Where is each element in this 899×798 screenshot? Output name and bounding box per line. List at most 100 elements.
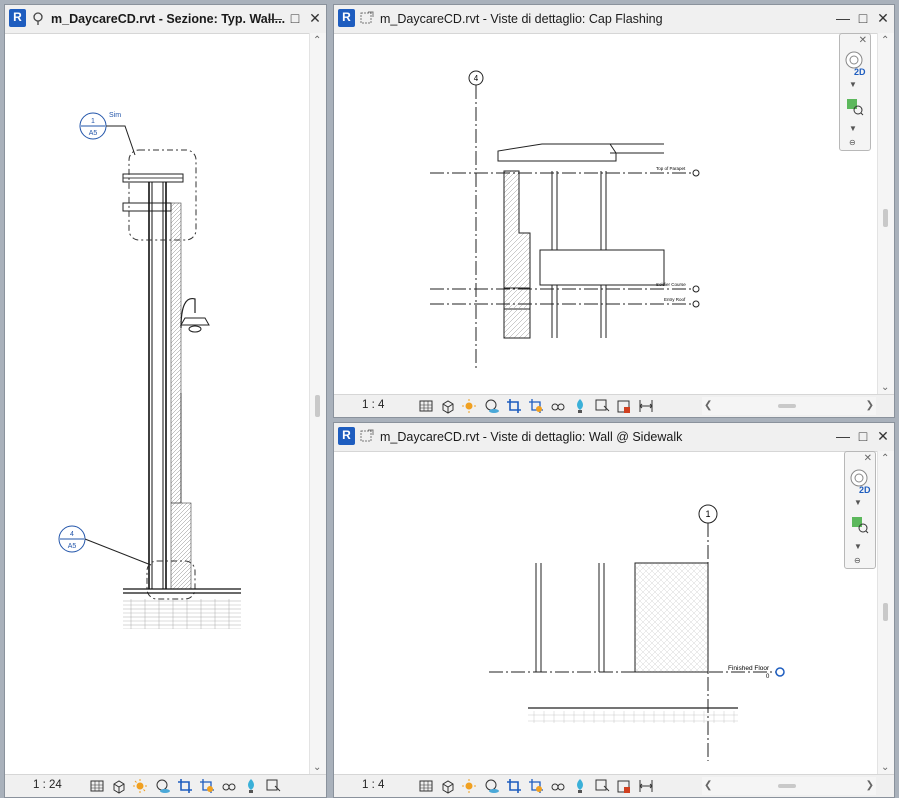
shadows-icon[interactable] xyxy=(155,778,171,794)
scroll-left-arrow-icon[interactable]: ❮ xyxy=(704,780,712,791)
highlight-icon[interactable] xyxy=(616,398,632,414)
visual-style-icon[interactable] xyxy=(440,778,456,794)
scroll-thumb[interactable] xyxy=(778,784,796,788)
close-button[interactable]: ✕ xyxy=(308,10,322,26)
minimize-button[interactable]: — xyxy=(836,428,850,444)
level-top-of-parapet: Top of Parapet xyxy=(656,166,686,171)
nav-dropdown-icon[interactable]: ▼ xyxy=(854,498,862,507)
crop-view-icon[interactable] xyxy=(177,778,193,794)
vertical-scrollbar[interactable]: ⌃ ⌄ xyxy=(877,33,894,395)
reveal-hidden-icon[interactable] xyxy=(572,778,588,794)
zoom-region-icon[interactable] xyxy=(846,98,864,116)
nav-2d-label: 2D xyxy=(854,67,866,77)
sun-path-icon[interactable] xyxy=(462,398,478,414)
shadows-icon[interactable] xyxy=(484,398,500,414)
view-window-section[interactable]: R m_DaycareCD.rvt - Sezione: Typ. Wall..… xyxy=(4,4,327,798)
titlebar[interactable]: R m_DaycareCD.rvt - Viste di dettaglio: … xyxy=(334,5,894,34)
view-window-cap-flashing[interactable]: R m_DaycareCD.rvt - Viste di dettaglio: … xyxy=(333,4,895,418)
scroll-thumb[interactable] xyxy=(778,404,796,408)
restore-button[interactable]: □ xyxy=(288,10,302,26)
minimize-button[interactable]: — xyxy=(836,10,850,26)
vertical-scrollbar[interactable]: ⌃ ⌄ xyxy=(309,33,326,775)
shadows-icon[interactable] xyxy=(484,778,500,794)
horizontal-scrollbar[interactable]: ❮ ❯ xyxy=(702,397,876,415)
analytical-model-icon[interactable] xyxy=(594,778,610,794)
scroll-thumb[interactable] xyxy=(883,603,888,621)
show-crop-icon[interactable] xyxy=(199,778,215,794)
cap-flashing-drawing: 4 Top of Parapet Soldier Course Entry Ro… xyxy=(430,70,700,369)
wall-section-drawing: 1 A5 Sim 4 A5 xyxy=(58,112,241,629)
restore-button[interactable]: □ xyxy=(856,428,870,444)
constraints-icon[interactable] xyxy=(638,398,654,414)
close-navbar-icon[interactable]: ✕ xyxy=(859,35,867,46)
view-scale[interactable]: 1 : 24 xyxy=(33,779,62,791)
level-soldier-course: Soldier Course xyxy=(656,282,686,287)
detail-level-icon[interactable] xyxy=(418,398,434,414)
wall-sidewalk-drawing: 1 Finished Floor 0 xyxy=(489,504,785,761)
window-title: m_DaycareCD.rvt - Viste di dettaglio: Ca… xyxy=(380,12,663,26)
visual-style-icon[interactable] xyxy=(111,778,127,794)
drawing-canvas[interactable]: 1 A5 Sim 4 A5 ⌃ ⌄ xyxy=(5,33,326,797)
show-crop-icon[interactable] xyxy=(528,398,544,414)
scroll-thumb[interactable] xyxy=(315,395,320,417)
temporary-hide-icon[interactable] xyxy=(550,778,566,794)
section-view-icon xyxy=(33,12,43,25)
detail-level-icon[interactable] xyxy=(89,778,105,794)
callout-1-number: 1 xyxy=(91,118,95,125)
scroll-right-arrow-icon[interactable]: ❯ xyxy=(866,780,874,791)
view-control-bar: 1 : 24 xyxy=(5,774,326,797)
analytical-model-icon[interactable] xyxy=(594,398,610,414)
horizontal-scrollbar[interactable]: ❮ ❯ xyxy=(702,777,876,795)
scroll-thumb[interactable] xyxy=(883,209,888,227)
zoom-region-icon[interactable] xyxy=(851,516,869,534)
sun-path-icon[interactable] xyxy=(462,778,478,794)
close-button[interactable]: ✕ xyxy=(876,428,890,444)
reveal-hidden-icon[interactable] xyxy=(243,778,259,794)
drawing-canvas[interactable]: 1 Finished Floor 0 ✕ 2D ▼ ▼ ⊖ ⌃ ⌄ xyxy=(334,451,894,797)
titlebar[interactable]: R m_DaycareCD.rvt - Viste di dettaglio: … xyxy=(334,423,894,452)
scroll-up-arrow-icon[interactable]: ⌃ xyxy=(313,35,321,46)
zoom-dropdown-icon[interactable]: ▼ xyxy=(849,124,857,133)
detail-level-icon[interactable] xyxy=(418,778,434,794)
scroll-left-arrow-icon[interactable]: ❮ xyxy=(704,400,712,411)
view-scale[interactable]: 1 : 4 xyxy=(362,399,384,411)
revit-logo-icon: R xyxy=(338,9,355,27)
scroll-down-arrow-icon[interactable]: ⌄ xyxy=(313,762,321,773)
view-scale[interactable]: 1 : 4 xyxy=(362,779,384,791)
show-crop-icon[interactable] xyxy=(528,778,544,794)
scroll-down-arrow-icon[interactable]: ⌄ xyxy=(881,762,889,773)
minimize-button[interactable]: — xyxy=(268,10,282,26)
drawing-canvas[interactable]: 4 Top of Parapet Soldier Course Entry Ro… xyxy=(334,33,894,417)
close-button[interactable]: ✕ xyxy=(876,10,890,26)
navigation-bar[interactable]: ✕ 2D ▼ ▼ ⊖ xyxy=(839,33,871,151)
view-window-wall-sidewalk[interactable]: R m_DaycareCD.rvt - Viste di dettaglio: … xyxy=(333,422,895,798)
callout-1-sheet: A5 xyxy=(89,130,98,137)
temporary-hide-icon[interactable] xyxy=(550,398,566,414)
nav-options-icon[interactable]: ⊖ xyxy=(854,556,861,565)
analytical-model-icon[interactable] xyxy=(265,778,281,794)
navigation-bar[interactable]: ✕ 2D ▼ ▼ ⊖ xyxy=(844,451,876,569)
scroll-down-arrow-icon[interactable]: ⌄ xyxy=(881,382,889,393)
titlebar[interactable]: R m_DaycareCD.rvt - Sezione: Typ. Wall..… xyxy=(5,5,326,34)
zoom-dropdown-icon[interactable]: ▼ xyxy=(854,542,862,551)
vertical-scrollbar[interactable]: ⌃ ⌄ xyxy=(877,451,894,775)
crop-view-icon[interactable] xyxy=(506,778,522,794)
window-title: m_DaycareCD.rvt - Sezione: Typ. Wall... xyxy=(51,12,286,26)
temporary-hide-icon[interactable] xyxy=(221,778,237,794)
scroll-up-arrow-icon[interactable]: ⌃ xyxy=(881,453,889,464)
visual-style-icon[interactable] xyxy=(440,398,456,414)
window-title: m_DaycareCD.rvt - Viste di dettaglio: Wa… xyxy=(380,430,683,444)
crop-view-icon[interactable] xyxy=(506,398,522,414)
detail-view-icon xyxy=(360,429,374,442)
close-navbar-icon[interactable]: ✕ xyxy=(864,453,872,464)
nav-dropdown-icon[interactable]: ▼ xyxy=(849,80,857,89)
callout-4-number: 4 xyxy=(70,531,74,538)
constraints-icon[interactable] xyxy=(638,778,654,794)
nav-options-icon[interactable]: ⊖ xyxy=(849,138,856,147)
restore-button[interactable]: □ xyxy=(856,10,870,26)
highlight-icon[interactable] xyxy=(616,778,632,794)
scroll-right-arrow-icon[interactable]: ❯ xyxy=(866,400,874,411)
reveal-hidden-icon[interactable] xyxy=(572,398,588,414)
sun-path-icon[interactable] xyxy=(133,778,149,794)
scroll-up-arrow-icon[interactable]: ⌃ xyxy=(881,35,889,46)
